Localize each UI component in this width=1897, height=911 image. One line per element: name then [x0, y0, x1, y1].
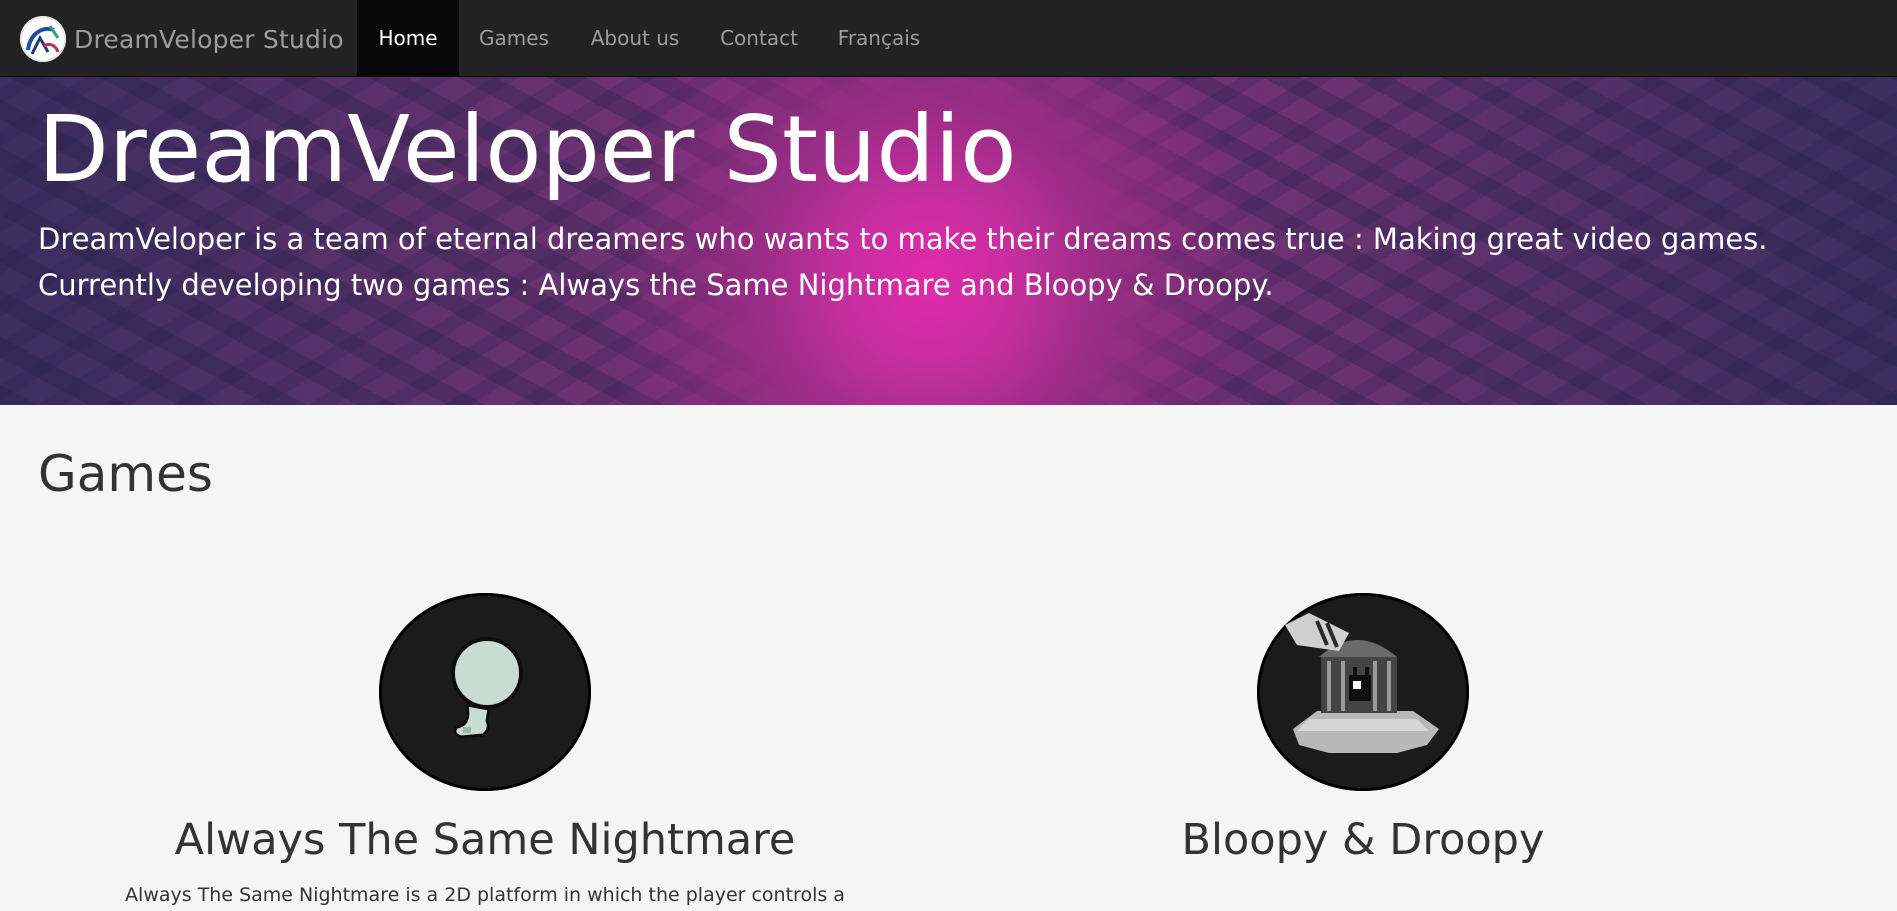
game-description-always-the-same-nightmare: Always The Same Nightmare is a 2D platfo… [125, 884, 845, 906]
nav-home[interactable]: Home [357, 0, 459, 76]
brand-link[interactable]: DreamVeloper Studio [20, 16, 344, 62]
brand-name: DreamVeloper Studio [74, 24, 344, 54]
games-heading: Games [38, 445, 213, 503]
studio-logo-icon [20, 16, 66, 62]
hero-description: DreamVeloper is a team of eternal dreame… [38, 222, 1768, 302]
pixel-creature-icon[interactable] [1257, 593, 1469, 791]
game-title-bloopy-droopy[interactable]: Bloopy & Droopy [1013, 815, 1713, 865]
top-navbar: DreamVeloper Studio Home Games About us … [0, 0, 1897, 77]
nav-francais[interactable]: Français [817, 0, 941, 76]
ghost-character-icon[interactable] [379, 593, 591, 791]
hero-banner: DreamVeloper Studio DreamVeloper is a te… [0, 77, 1897, 405]
game-title-always-the-same-nightmare[interactable]: Always The Same Nightmare [135, 815, 835, 865]
nav-about-us[interactable]: About us [569, 0, 701, 76]
nav-games[interactable]: Games [459, 0, 569, 76]
nav-contact[interactable]: Contact [701, 0, 817, 76]
hero-title: DreamVeloper Studio [38, 96, 1017, 203]
